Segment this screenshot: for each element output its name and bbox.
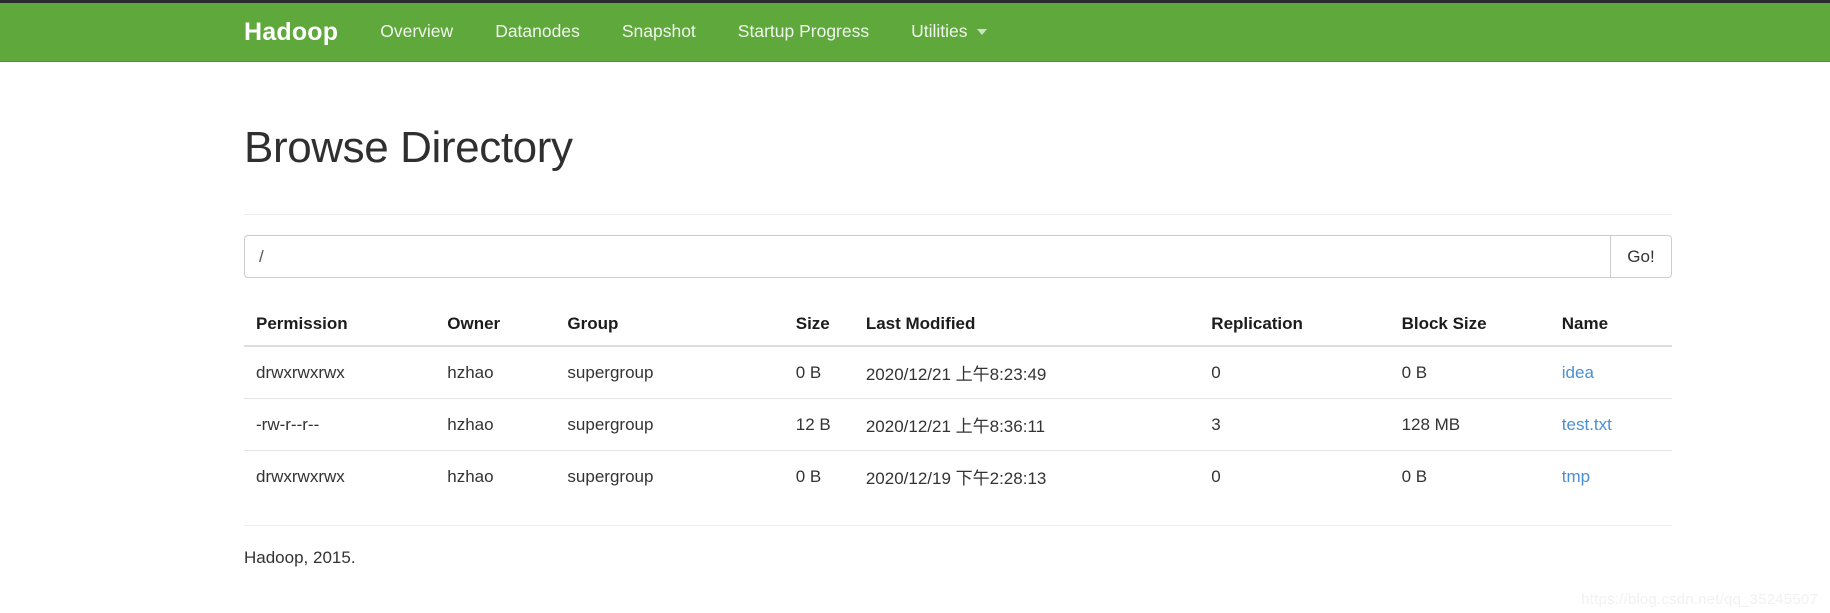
table-row: drwxrwxrwx hzhao supergroup 0 B 2020/12/… [244,450,1672,503]
cell-group: supergroup [557,346,786,400]
column-header-last-modified[interactable]: Last Modified [855,305,1202,348]
path-form: Go! [244,235,1672,279]
cell-permission: drwxrwxrwx [244,346,438,400]
cell-permission: drwxrwxrwx [244,450,438,503]
table-header-row: Permission Owner Group Size Last Modifie… [244,305,1672,348]
nav-link-overview[interactable]: Overview [380,23,474,41]
column-header-permission[interactable]: Permission [244,305,438,348]
cell-size: 0 B [785,450,856,503]
nav-links-group: Overview Datanodes Snapshot Startup Prog… [380,23,1007,41]
cell-last-modified: 2020/12/21 上午8:36:11 [855,398,1202,452]
brand-link-hadoop[interactable]: Hadoop [244,19,338,45]
cell-owner: hzhao [437,346,558,400]
main-navbar: Hadoop Overview Datanodes Snapshot Start… [0,3,1830,62]
table-head: Permission Owner Group Size Last Modifie… [244,305,1672,348]
watermark-text: https://blog.csdn.net/qq_35245507 [1581,591,1818,608]
file-link[interactable]: idea [1562,363,1594,382]
nav-dropdown-utilities[interactable]: Utilities [890,23,1007,41]
cell-name: idea [1551,346,1672,400]
column-header-name[interactable]: Name [1551,305,1672,348]
page-container: Browse Directory Go! Permission Owner Gr… [244,123,1674,568]
cell-permission: -rw-r--r-- [244,398,438,452]
cell-size: 12 B [785,398,856,452]
cell-block-size: 0 B [1391,346,1552,400]
nav-dropdown-label: Utilities [911,21,968,42]
cell-size: 0 B [785,346,856,400]
page-title: Browse Directory [244,123,573,172]
table-row: drwxrwxrwx hzhao supergroup 0 B 2020/12/… [244,346,1672,400]
cell-owner: hzhao [437,450,558,503]
column-header-size[interactable]: Size [785,305,856,348]
cell-replication: 0 [1201,450,1392,503]
cell-group: supergroup [557,398,786,452]
go-button[interactable]: Go! [1610,235,1672,279]
cell-name: test.txt [1551,398,1672,452]
table-row: -rw-r--r-- hzhao supergroup 12 B 2020/12… [244,398,1672,452]
nav-link-datanodes[interactable]: Datanodes [474,23,601,41]
cell-replication: 0 [1201,346,1392,400]
file-link[interactable]: test.txt [1562,415,1612,434]
column-header-owner[interactable]: Owner [437,305,558,348]
nav-link-startup-progress[interactable]: Startup Progress [717,23,890,41]
table-body: drwxrwxrwx hzhao supergroup 0 B 2020/12/… [244,346,1672,503]
title-divider [244,214,1672,216]
cell-owner: hzhao [437,398,558,452]
footer-text: Hadoop, 2015. [244,548,356,568]
column-header-group[interactable]: Group [557,305,786,348]
directory-path-input[interactable] [244,235,1610,279]
cell-block-size: 0 B [1391,450,1552,503]
cell-replication: 3 [1201,398,1392,452]
footer-divider [244,525,1672,527]
cell-last-modified: 2020/12/19 下午2:28:13 [855,450,1202,503]
column-header-block-size[interactable]: Block Size [1391,305,1552,348]
cell-group: supergroup [557,450,786,503]
nav-link-snapshot[interactable]: Snapshot [601,23,717,41]
file-link[interactable]: tmp [1562,467,1590,486]
column-header-replication[interactable]: Replication [1201,305,1392,348]
caret-down-icon [976,29,987,35]
cell-last-modified: 2020/12/21 上午8:23:49 [855,346,1202,400]
directory-listing-table: Permission Owner Group Size Last Modifie… [244,305,1672,503]
cell-name: tmp [1551,450,1672,503]
cell-block-size: 128 MB [1391,398,1552,452]
